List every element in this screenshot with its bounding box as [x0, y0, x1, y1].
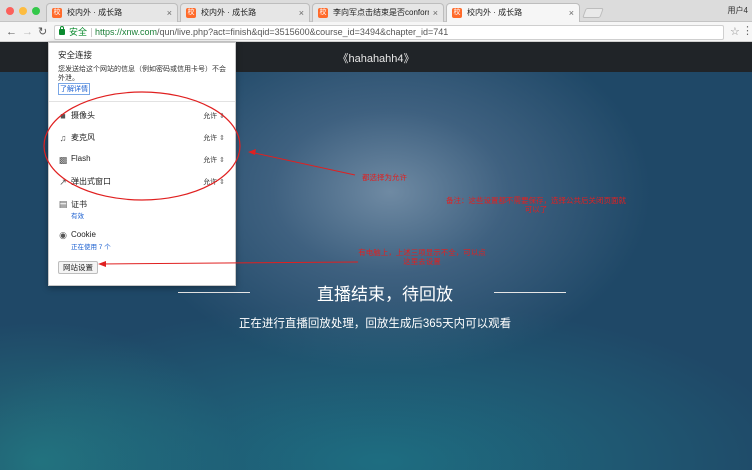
permission-label: 麦克风 [71, 133, 95, 142]
permission-row-microphone: ♫ 麦克风 允许 [49, 131, 235, 147]
annotation-allow-all: 都选择为允许 [362, 173, 407, 182]
tab-close-icon[interactable]: × [569, 4, 574, 22]
cookie-status[interactable]: 正在使用 7 个 [71, 241, 111, 251]
browser-tab[interactable]: 校 校内外 · 成长路 × [46, 3, 178, 22]
browser-tab-active[interactable]: 校 校内外 · 成长路 × [446, 3, 580, 22]
close-window-button[interactable] [6, 7, 14, 15]
address-bar[interactable]: 安全 https://xnw.com/qun/live.php?act=fini… [54, 25, 724, 40]
tab-title: 校内外 · 成长路 [467, 8, 523, 17]
back-arrow-icon[interactable]: ← [6, 25, 17, 39]
browser-tab-strip: 校 校内外 · 成长路 × 校 校内外 · 成长路 × 校 李向军点击结束是否c… [0, 0, 752, 22]
menu-dots-icon[interactable]: ⋮ [742, 24, 752, 37]
cookie-label: Cookie [71, 230, 96, 239]
permission-select[interactable]: 允许 [203, 133, 225, 143]
site-info-popup: 安全连接 您发送给这个网站的信息（例如密码或信用卡号）不会外泄。 了解详情 ■ … [48, 42, 236, 286]
site-settings-button[interactable]: 网站设置 [58, 261, 98, 274]
browser-tab[interactable]: 校 李向军点击结束是否conform · 校 × [312, 3, 444, 22]
site-favicon-icon: 校 [452, 8, 462, 18]
certificate-icon: ▤ [58, 199, 68, 209]
tab-close-icon[interactable]: × [167, 4, 172, 22]
site-favicon-icon: 校 [186, 8, 196, 18]
annotation-site-settings-hint: 有电脑上，上述三项显示不全，可以点这里去设置 [358, 248, 486, 266]
popup-divider [49, 101, 235, 102]
tab-title: 李向军点击结束是否conform · 校 [333, 8, 429, 17]
browser-toolbar: ← → ↻ 安全 https://xnw.com/qun/live.php?ac… [0, 22, 752, 42]
lock-icon[interactable] [59, 26, 65, 35]
site-favicon-icon: 校 [318, 8, 328, 18]
permission-select[interactable]: 允许 [203, 155, 225, 165]
browser-tab[interactable]: 校 校内外 · 成长路 × [180, 3, 310, 22]
annotation-note: 备注：这些设置都不需要保存，选择公共后关闭页面就可以了 [446, 196, 626, 214]
popup-title: 安全连接 [58, 50, 93, 60]
permission-row-camera: ■ 摄像头 允许 [49, 109, 235, 125]
tab-close-icon[interactable]: × [433, 4, 438, 22]
puzzle-icon: ▩ [58, 155, 68, 165]
reload-icon[interactable]: ↻ [38, 25, 47, 39]
permission-select[interactable]: 允许 [203, 111, 225, 121]
permission-row-popups: ↗ 弹出式窗口 允许 [49, 175, 235, 191]
tab-title: 校内外 · 成长路 [201, 8, 257, 17]
permission-label: 摄像头 [71, 111, 95, 120]
permission-select[interactable]: 允许 [203, 177, 225, 187]
security-chip[interactable]: 安全 [69, 26, 87, 39]
permission-label: 弹出式窗口 [71, 177, 111, 186]
profile-button[interactable]: 用户4 [728, 5, 748, 16]
url-path: /qun/live.php?act=finish&qid=3515600&cou… [157, 27, 449, 37]
microphone-icon: ♫ [59, 133, 67, 143]
certificate-status[interactable]: 有效 [71, 210, 84, 220]
url-host: https://xnw.com [95, 27, 158, 37]
divider-left [178, 292, 250, 293]
minimize-window-button[interactable] [19, 7, 27, 15]
maximize-window-button[interactable] [32, 7, 40, 15]
tab-close-icon[interactable]: × [299, 4, 304, 22]
address-separator [91, 28, 92, 37]
camera-icon: ■ [60, 111, 66, 121]
bookmark-star-icon[interactable]: ☆ [730, 25, 740, 38]
tab-title: 校内外 · 成长路 [67, 8, 123, 17]
new-tab-button[interactable] [582, 8, 604, 18]
popup-description: 您发送给这个网站的信息（例如密码或信用卡号）不会外泄。 [58, 66, 226, 82]
learn-more-link[interactable]: 了解详情 [58, 83, 90, 95]
url-text[interactable]: https://xnw.com/qun/live.php?act=finish&… [95, 26, 448, 39]
permission-row-flash: ▩ Flash 允许 [49, 153, 235, 169]
replay-notice: 正在进行直播回放处理，回放生成后365天内可以观看 [238, 318, 512, 330]
forward-arrow-icon[interactable]: → [22, 25, 33, 39]
certificate-label: 证书 [71, 200, 87, 209]
popup-icon: ↗ [59, 177, 67, 187]
permission-label: Flash [71, 154, 91, 163]
cookie-icon: ◉ [59, 230, 67, 240]
live-ended-title: 直播结束，待回放 [317, 285, 453, 304]
site-favicon-icon: 校 [52, 8, 62, 18]
